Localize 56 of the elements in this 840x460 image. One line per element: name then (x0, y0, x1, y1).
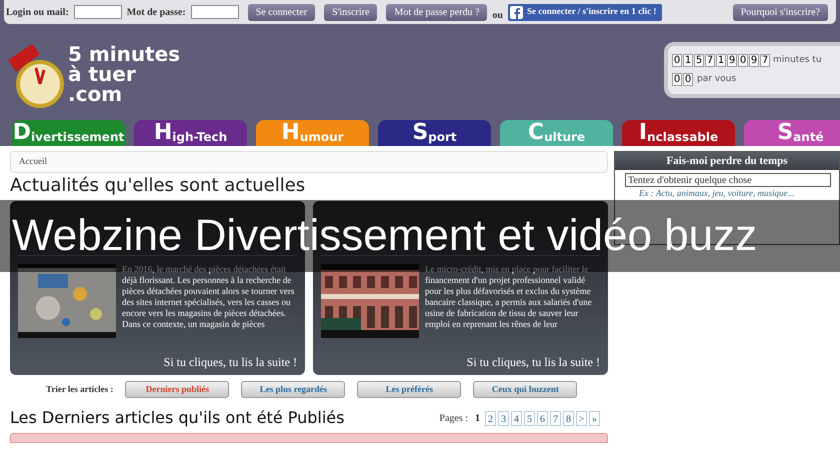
counter-digit: 5 (694, 54, 704, 68)
category-tab[interactable]: I nclassable (622, 120, 735, 146)
facebook-icon (510, 6, 523, 18)
counter-label: par vous (697, 72, 736, 86)
counter-digit: 7 (705, 54, 715, 68)
sort-button[interactable]: Ceux qui buzzent (473, 381, 578, 398)
category-tab[interactable]: Santé (744, 120, 840, 146)
article-excerpt: En 2016, le marché des pièces détachées était déjà florissant. Les personnes à la recherche de pièces détachées pouvaient alors se tourner vers des sites internet spécialisés, vers les casses ou encore vers les magasins de pièces détachées. Dans ce contexte, un magasin de pièces (122, 264, 296, 331)
category-tab[interactable]: Divertissement (12, 120, 125, 146)
page-link[interactable]: 5 (524, 410, 535, 426)
counter-label: minutes tu (773, 54, 822, 67)
counter-digit: 9 (727, 54, 737, 68)
facebook-login-button[interactable]: Se connecter / s'inscrire en 1 clic ! (508, 4, 662, 20)
page-link[interactable]: 2 (485, 410, 496, 426)
page-link[interactable]: 1 (472, 410, 483, 426)
counter-digit: 1 (683, 54, 693, 68)
sort-label: Trier les articles : (46, 382, 114, 396)
counter-digit: 0 (672, 54, 682, 68)
counter-digit: 9 (749, 54, 759, 68)
breadcrumb-link[interactable]: Accueil (19, 155, 47, 169)
password-label: Mot de passe: (126, 6, 186, 20)
counter-digit: 1 (716, 54, 726, 68)
search-field[interactable]: Tentez d'obtenir quelque chose (625, 173, 831, 187)
account-button[interactable]: Mot de passe perdu ? (386, 4, 488, 20)
why-register-button[interactable]: Pourquoi s'inscrire? (732, 4, 828, 20)
page-link[interactable]: 8 (563, 410, 574, 426)
login-label: Login ou mail: (6, 6, 69, 20)
counter-digit: 0 (683, 72, 693, 86)
search-hint: Ex : Actu, animaux, jeu, voiture, musique... (638, 188, 796, 199)
article-excerpt: Le micro-crédit, mis en place pour faciliter le financement d'un projet professionnel validé pour les plus défavorisés et exclus du système bancaire classique, a permis aux salariés d'une usine de fabrication de tissu de sauver leur emploi en reprenant les rênes de leur (425, 264, 593, 331)
page-link[interactable]: » (589, 410, 600, 426)
account-button[interactable]: Se connecter (248, 4, 316, 20)
sort-button[interactable]: Derniers publiés (125, 381, 230, 398)
account-button[interactable]: S'inscrire (324, 4, 378, 20)
sidebar-title: Fais-moi perdre du temps (615, 152, 839, 170)
counter-digit: 0 (672, 72, 682, 86)
password-input[interactable] (190, 5, 239, 19)
page-link[interactable]: > (576, 410, 587, 426)
category-tab[interactable]: Sport (378, 120, 491, 146)
category-tab[interactable]: H igh-Tech (134, 120, 247, 146)
counter-digit: 7 (760, 54, 770, 68)
page-link[interactable]: 7 (550, 410, 561, 426)
counter-digit: 0 (738, 54, 748, 68)
sort-button[interactable]: Les préférés (357, 381, 462, 398)
logo-text: 5 minutes à tuer .com (68, 44, 180, 104)
or-text: ou (492, 8, 503, 22)
login-input[interactable] (74, 5, 122, 19)
page-link[interactable]: 3 (498, 410, 509, 426)
sort-button[interactable]: Les plus regardés (241, 381, 346, 398)
latest-articles-title: Les Derniers articles qu'ils ont été Publiés (10, 407, 344, 429)
read-more-link[interactable]: Si tu cliques, tu lis la suite ! (466, 353, 600, 371)
read-more-link[interactable]: Si tu cliques, tu lis la suite ! (164, 353, 297, 371)
page-link[interactable]: 4 (511, 410, 522, 426)
section-title: Actualités qu'elles sont actuelles (10, 175, 306, 197)
pages-label: Pages : (439, 412, 468, 426)
page-link[interactable]: 6 (537, 410, 548, 426)
